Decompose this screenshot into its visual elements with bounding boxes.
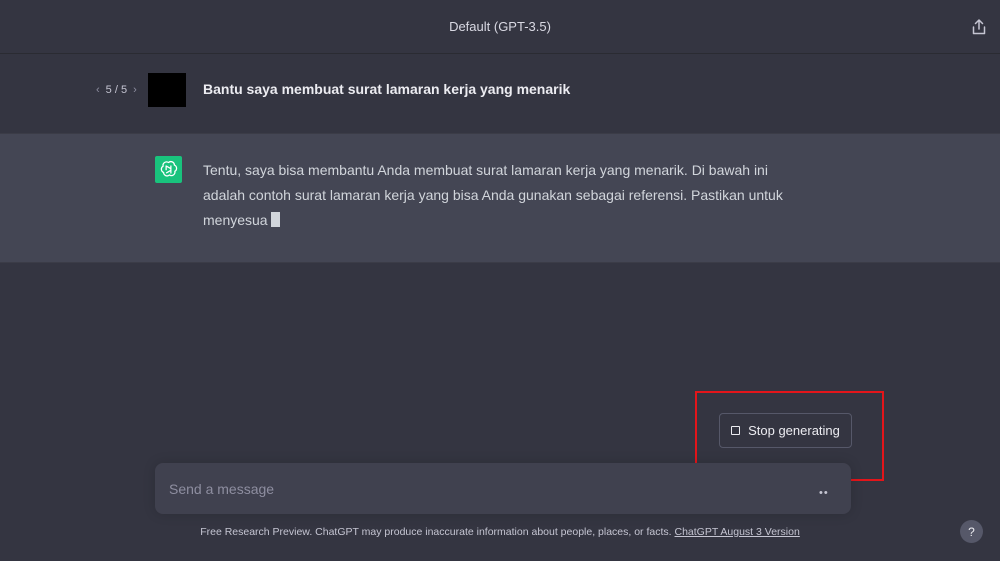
generating-indicator: •• (819, 487, 829, 499)
message-input[interactable] (169, 463, 789, 514)
assistant-message-row: Tentu, saya bisa membantu Anda membuat s… (0, 133, 1000, 263)
chevron-left-icon[interactable]: ‹ (94, 84, 102, 96)
response-pager: ‹ 5 / 5 › (94, 82, 139, 98)
assistant-message: Tentu, saya bisa membantu Anda membuat s… (203, 158, 793, 233)
chevron-right-icon[interactable]: › (131, 84, 139, 96)
help-button[interactable]: ? (960, 520, 983, 543)
user-message-row: ‹ 5 / 5 › Bantu saya membuat surat lamar… (0, 54, 1000, 132)
assistant-avatar (155, 156, 182, 183)
version-link[interactable]: ChatGPT August 3 Version (675, 526, 800, 538)
stop-generating-label: Stop generating (748, 423, 840, 438)
footer-text: Free Research Preview. ChatGPT may produ… (200, 526, 672, 538)
openai-logo-icon (160, 160, 178, 177)
share-icon (972, 19, 986, 35)
message-composer: •• (155, 463, 851, 514)
user-message: Bantu saya membuat surat lamaran kerja y… (203, 81, 571, 97)
top-bar: Default (GPT-3.5) (0, 0, 1000, 54)
share-button[interactable] (970, 18, 988, 36)
stop-generating-button[interactable]: Stop generating (719, 413, 852, 448)
model-title: Default (GPT-3.5) (449, 19, 551, 34)
stop-square-icon (731, 426, 741, 435)
assistant-message-text: Tentu, saya bisa membantu Anda membuat s… (203, 162, 783, 228)
pager-count: 5 / 5 (105, 84, 128, 96)
typing-cursor (270, 212, 280, 227)
footer-disclaimer: Free Research Preview. ChatGPT may produ… (0, 526, 1000, 538)
user-avatar (148, 73, 186, 107)
